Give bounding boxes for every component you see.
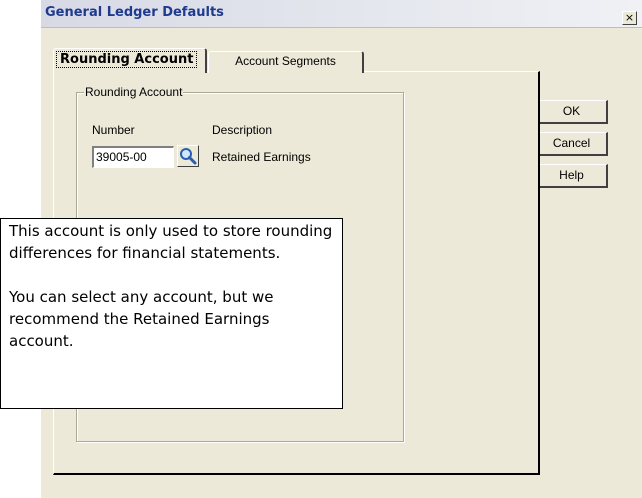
callout-paragraph-2: You can select any account, but we recom… bbox=[9, 288, 274, 350]
explanation-callout: This account is only used to store round… bbox=[0, 218, 343, 409]
description-label: Description bbox=[212, 123, 273, 137]
close-button[interactable]: × bbox=[622, 11, 637, 25]
account-description-value: Retained Earnings bbox=[212, 150, 311, 164]
account-number-field[interactable]: 39005-00 bbox=[92, 146, 174, 168]
title-bar: General Ledger Defaults × bbox=[41, 0, 642, 28]
window-title: General Ledger Defaults bbox=[45, 5, 224, 20]
tab-account-segments[interactable]: Account Segments bbox=[208, 51, 364, 73]
cancel-button[interactable]: Cancel bbox=[536, 132, 608, 156]
ok-button[interactable]: OK bbox=[536, 100, 608, 124]
magnifier-icon bbox=[180, 148, 197, 165]
tab-rounding-account[interactable]: Rounding Account bbox=[53, 48, 207, 73]
help-button[interactable]: Help bbox=[536, 164, 608, 188]
account-lookup-button[interactable] bbox=[177, 145, 199, 167]
callout-paragraph-1: This account is only used to store round… bbox=[9, 222, 333, 262]
tab-account-segments-label: Account Segments bbox=[235, 54, 336, 68]
tab-rounding-account-label: Rounding Account bbox=[55, 51, 198, 68]
groupbox-legend: Rounding Account bbox=[84, 85, 184, 99]
close-icon: × bbox=[624, 11, 635, 24]
number-label: Number bbox=[92, 123, 135, 137]
